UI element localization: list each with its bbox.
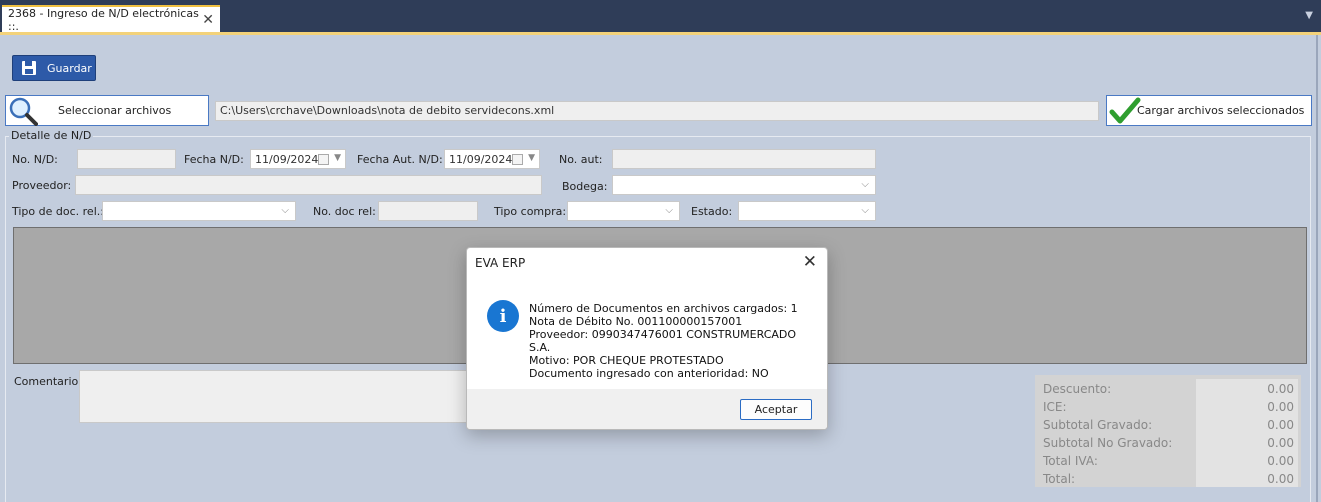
ice-value: 0.00 bbox=[1267, 400, 1294, 414]
subtotal-no-gravado-value: 0.00 bbox=[1267, 436, 1294, 450]
no-nd-input[interactable] bbox=[77, 149, 176, 169]
info-glyph: i bbox=[499, 305, 507, 327]
proveedor-label: Proveedor: bbox=[12, 179, 72, 192]
fecha-aut-picker[interactable]: 11/09/2024 ▼ bbox=[444, 149, 540, 169]
descuento-label: Descuento: bbox=[1043, 382, 1112, 396]
total-value: 0.00 bbox=[1267, 472, 1294, 486]
tipo-doc-rel-select[interactable]: ⌵ bbox=[102, 201, 296, 221]
ice-label: ICE: bbox=[1043, 400, 1067, 414]
load-files-button[interactable]: Cargar archivos seleccionados bbox=[1106, 95, 1312, 126]
dialog-close-icon[interactable]: ✕ bbox=[803, 252, 817, 272]
chevron-down-icon: ⌵ bbox=[861, 205, 869, 216]
save-button-label: Guardar bbox=[47, 61, 92, 75]
file-path-field[interactable]: C:\Users\crchave\Downloads\nota de debit… bbox=[215, 101, 1099, 121]
bodega-select[interactable]: ⌵ bbox=[612, 175, 876, 195]
no-aut-label: No. aut: bbox=[559, 153, 603, 166]
total-iva-label: Total IVA: bbox=[1043, 454, 1098, 468]
calendar-icon[interactable] bbox=[318, 154, 329, 165]
estado-label: Estado: bbox=[691, 205, 733, 218]
dialog-body: i Número de Documentos en archivos carga… bbox=[467, 276, 827, 389]
chevron-down-icon[interactable]: ▼ bbox=[528, 153, 535, 163]
subtotal-gravado-label: Subtotal Gravado: bbox=[1043, 418, 1153, 432]
dialog-message: Número de Documentos en archivos cargado… bbox=[529, 302, 819, 380]
no-doc-rel-label: No. doc rel: bbox=[313, 205, 376, 218]
total-iva-value: 0.00 bbox=[1267, 454, 1294, 468]
subtotal-no-gravado-label: Subtotal No Gravado: bbox=[1043, 436, 1173, 450]
fecha-nd-label: Fecha N/D: bbox=[184, 153, 244, 166]
select-files-button[interactable]: Seleccionar archivos bbox=[5, 95, 209, 126]
message-line: Número de Documentos en archivos cargado… bbox=[529, 302, 798, 315]
message-dialog: EVA ERP ✕ i Número de Documentos en arch… bbox=[466, 247, 828, 430]
message-line: Nota de Débito No. 001100000157001 bbox=[529, 315, 743, 328]
tab-title: 2368 - Ingreso de N/D electrónicas ::. bbox=[8, 6, 199, 33]
no-nd-label: No. N/D: bbox=[12, 153, 58, 166]
fecha-aut-label: Fecha Aut. N/D: bbox=[357, 153, 443, 166]
floppy-disk-icon bbox=[22, 61, 36, 75]
fecha-nd-picker[interactable]: 11/09/2024 ▼ bbox=[250, 149, 346, 169]
message-line: Documento ingresado con anterioridad: NO bbox=[529, 367, 769, 380]
message-line: Proveedor: 0990347476001 CONSTRUMERCADO … bbox=[529, 328, 797, 354]
no-aut-input[interactable] bbox=[612, 149, 876, 169]
load-files-label: Cargar archivos seleccionados bbox=[1137, 104, 1305, 117]
select-files-label: Seleccionar archivos bbox=[58, 104, 172, 117]
chevron-down-icon: ⌵ bbox=[861, 179, 869, 190]
save-button[interactable]: Guardar bbox=[12, 55, 96, 81]
estado-select[interactable]: ⌵ bbox=[738, 201, 876, 221]
chevron-down-icon[interactable]: ▼ bbox=[334, 153, 341, 163]
file-path-text: C:\Users\crchave\Downloads\nota de debit… bbox=[220, 104, 555, 117]
bodega-label: Bodega: bbox=[562, 180, 608, 193]
dialog-footer: Aceptar bbox=[467, 389, 827, 429]
message-line: Motivo: POR CHEQUE PROTESTADO bbox=[529, 354, 724, 367]
accept-button-label: Aceptar bbox=[754, 403, 798, 416]
tab-menu-chevron-icon[interactable]: ▼ bbox=[1305, 10, 1313, 21]
total-label: Total: bbox=[1043, 472, 1076, 486]
magnifier-icon bbox=[9, 97, 38, 126]
tipo-compra-select[interactable]: ⌵ bbox=[567, 201, 680, 221]
tab-ingreso-nd[interactable]: 2368 - Ingreso de N/D electrónicas ::. ✕ bbox=[2, 5, 220, 33]
accept-button[interactable]: Aceptar bbox=[740, 399, 812, 420]
dialog-title: EVA ERP bbox=[475, 256, 526, 270]
chevron-down-icon: ⌵ bbox=[665, 205, 673, 216]
chevron-down-icon: ⌵ bbox=[281, 205, 289, 216]
no-doc-rel-input[interactable] bbox=[378, 201, 478, 221]
calendar-icon[interactable] bbox=[512, 154, 523, 165]
tipo-compra-label: Tipo compra: bbox=[494, 205, 567, 218]
fecha-nd-value: 11/09/2024 bbox=[255, 153, 319, 166]
fecha-aut-value: 11/09/2024 bbox=[449, 153, 513, 166]
tab-close-icon[interactable]: ✕ bbox=[202, 12, 214, 28]
proveedor-input[interactable] bbox=[75, 175, 542, 195]
comentario-textarea[interactable] bbox=[79, 370, 499, 423]
tipo-doc-rel-label: Tipo de doc. rel.: bbox=[12, 205, 104, 218]
info-icon: i bbox=[487, 300, 519, 332]
descuento-value: 0.00 bbox=[1267, 382, 1294, 396]
comentario-label: Comentario: bbox=[14, 375, 82, 388]
detail-group-legend: Detalle de N/D bbox=[9, 129, 94, 142]
subtotal-gravado-value: 0.00 bbox=[1267, 418, 1294, 432]
